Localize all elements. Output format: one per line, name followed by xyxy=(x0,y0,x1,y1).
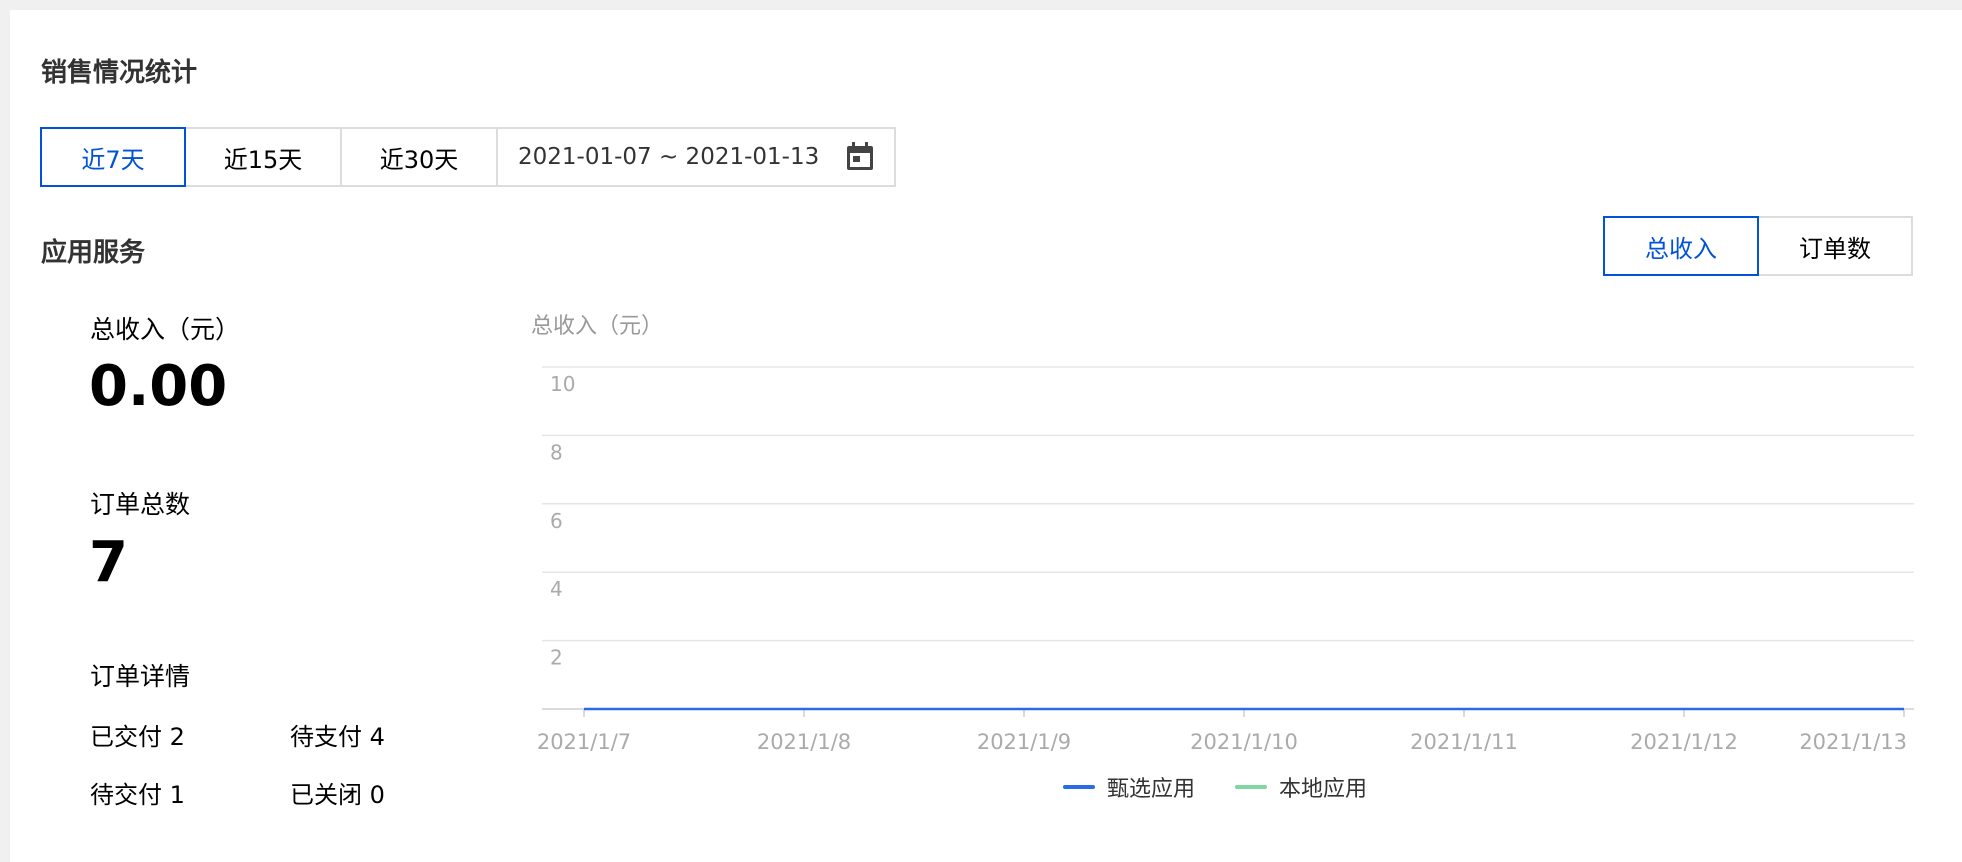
metric-revenue-button[interactable]: 总收入 xyxy=(1603,216,1759,276)
legend-item-series-2[interactable]: 本地应用 xyxy=(1235,771,1367,803)
y-tick-label-6: 6 xyxy=(550,509,563,533)
x-tick-label-2: 2021/1/9 xyxy=(977,730,1071,754)
range-7-days-button[interactable]: 近7天 xyxy=(40,127,186,187)
legend-line-series-1 xyxy=(1063,785,1095,789)
x-tick-label-5: 2021/1/12 xyxy=(1630,730,1738,754)
legend-line-series-2 xyxy=(1235,785,1268,789)
revenue-line-chart: 总收入（元） 2 4 6 8 10 2021/1/7 2021/1/8 2021/1/9 2021… xyxy=(531,314,1914,754)
y-tick-label-10: 10 xyxy=(550,372,575,396)
chart-y-axis-title: 总收入（元） xyxy=(531,314,663,339)
x-tick-label-1: 2021/1/8 xyxy=(757,730,851,754)
y-tick-label-4: 4 xyxy=(550,577,563,601)
x-tick-label-3: 2021/1/10 xyxy=(1190,730,1298,754)
legend-label-series-1: 甄选应用 xyxy=(1107,777,1196,802)
legend-label-series-2: 本地应用 xyxy=(1279,777,1368,802)
y-tick-label-2: 2 xyxy=(550,646,563,670)
legend-item-series-1[interactable]: 甄选应用 xyxy=(1063,771,1195,803)
x-tick-label-6: 2021/1/13 xyxy=(1799,730,1907,754)
chart-legend: 甄选应用 本地应用 xyxy=(1063,771,1367,803)
x-tick-label-4: 2021/1/11 xyxy=(1410,730,1518,754)
y-tick-label-8: 8 xyxy=(550,440,563,464)
x-tick-label-0: 2021/1/7 xyxy=(537,730,631,754)
